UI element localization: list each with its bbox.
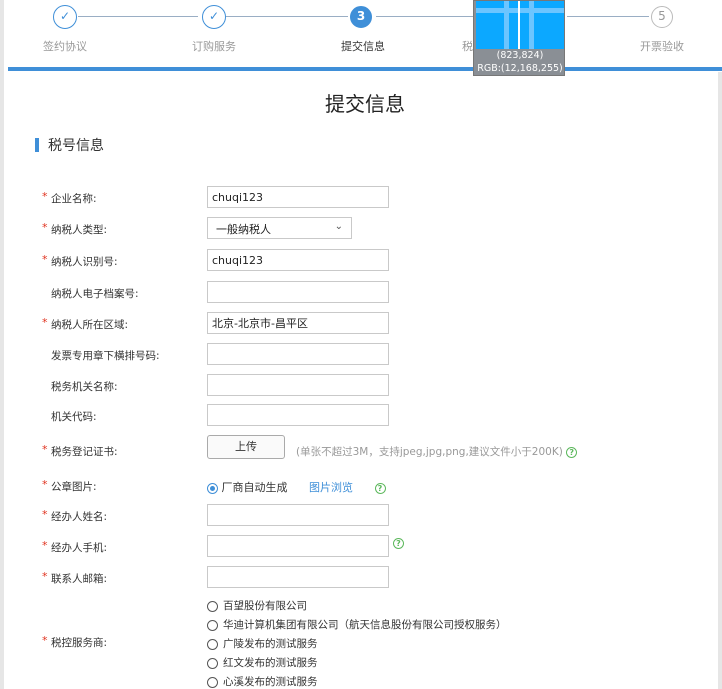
field-label: 经办人姓名: (51, 511, 108, 523)
upload-button[interactable]: 上传 (207, 435, 285, 459)
check-icon: ✓ (202, 5, 226, 29)
select-value: 一般纳税人 (216, 223, 271, 236)
e-archive-input[interactable] (207, 281, 389, 303)
picker-swatch (476, 1, 564, 49)
step-number: 3 (350, 6, 372, 28)
field-label: 纳税人所在区域: (51, 319, 129, 331)
help-icon[interactable]: ? (566, 446, 578, 458)
check-icon: ✓ (53, 5, 77, 29)
provider-radio-list: 百望股份有限公司 华迪计算机集团有限公司（航天信息股份有限公司授权服务） 广陵发… (207, 598, 507, 689)
provider-option[interactable]: 华迪计算机集团有限公司（航天信息股份有限公司授权服务） (207, 617, 507, 636)
field-label: 税务登记证书: (51, 446, 118, 458)
section-title: 税号信息 (48, 138, 104, 154)
stepper-connector (78, 16, 198, 17)
row-authority-code: 机关代码: (4, 404, 722, 428)
step-label: 订购服务 (192, 40, 236, 53)
provider-option[interactable]: 心溪发布的测试服务 (207, 674, 507, 689)
field-label: 机关代码: (51, 411, 97, 423)
radio-button[interactable] (207, 619, 218, 631)
stepper-connector (567, 16, 649, 17)
field-label: 纳税人类型: (51, 224, 108, 236)
section-marker (35, 138, 39, 152)
agent-phone-input[interactable] (207, 535, 389, 557)
required-asterisk: * (42, 316, 48, 329)
stepper-connector (226, 16, 348, 17)
page-frame: ✓ 签约协议 ✓ 订购服务 3 提交信息 税 5 开票验收 (823,824) … (0, 0, 722, 689)
required-asterisk: * (42, 443, 48, 456)
field-label: 纳税人识别号: (51, 256, 118, 268)
contact-email-input[interactable] (207, 566, 389, 588)
step-label: 提交信息 (341, 40, 385, 53)
row-agent-name: * 经办人姓名: (4, 504, 722, 528)
field-label: 纳税人电子档案号: (51, 288, 139, 300)
radio-button[interactable] (207, 638, 218, 650)
agent-name-input[interactable] (207, 504, 389, 526)
auto-generate-radio[interactable] (207, 482, 218, 494)
upload-hint: (单张不超过3M，支持jpeg,jpg,png,建议文件小于200K) ? (296, 444, 578, 459)
picker-coords: (823,824) (496, 50, 544, 61)
help-icon[interactable]: ? (374, 482, 386, 494)
provider-option[interactable]: 红文发布的测试服务 (207, 655, 507, 674)
chevron-down-icon: ⌄ (334, 221, 343, 232)
required-asterisk: * (42, 634, 48, 647)
row-seal-image: * 公章图片: 厂商自动生成 图片浏览 ? (4, 474, 722, 498)
field-label: 发票专用章下横排号码: (51, 350, 160, 362)
required-asterisk: * (42, 508, 48, 521)
required-asterisk: * (42, 190, 48, 203)
row-tax-authority: 税务机关名称: (4, 374, 722, 398)
tax-authority-input[interactable] (207, 374, 389, 396)
step-label: 开票验收 (640, 40, 684, 53)
step-number: 5 (651, 6, 673, 28)
step-label: 签约协议 (43, 40, 87, 53)
required-asterisk: * (42, 539, 48, 552)
provider-option[interactable]: 百望股份有限公司 (207, 598, 507, 617)
region-input[interactable] (207, 312, 389, 334)
row-e-archive: 纳税人电子档案号: (4, 281, 722, 305)
taxpayer-id-input[interactable] (207, 249, 389, 271)
required-asterisk: * (42, 478, 48, 491)
row-region: * 纳税人所在区域: (4, 312, 722, 336)
invoice-seal-input[interactable] (207, 343, 389, 365)
stepper-underline (8, 67, 722, 71)
company-name-input[interactable] (207, 186, 389, 208)
radio-button[interactable] (207, 676, 218, 688)
row-contact-email: * 联系人邮箱: (4, 566, 722, 590)
row-invoice-seal: 发票专用章下横排号码: (4, 343, 722, 367)
stepper-connector (376, 16, 476, 17)
page-title: 提交信息 (325, 92, 405, 116)
field-label: 税务机关名称: (51, 381, 118, 393)
field-label: 经办人手机: (51, 542, 108, 554)
field-label: 税控服务商: (51, 637, 108, 649)
row-company-name: * 企业名称: (4, 186, 722, 210)
picker-rgb: RGB:(12,168,255) (477, 63, 563, 74)
required-asterisk: * (42, 253, 48, 266)
help-icon[interactable]: ? (393, 538, 404, 549)
row-taxpayer-type: * 纳税人类型: 一般纳税人 ⌄ (4, 217, 722, 241)
authority-code-input[interactable] (207, 404, 389, 426)
taxpayer-type-select[interactable]: 一般纳税人 ⌄ (207, 217, 352, 239)
radio-button[interactable] (207, 657, 218, 669)
row-agent-phone: * 经办人手机: ? (4, 535, 722, 559)
field-label: 企业名称: (51, 193, 97, 205)
browse-image-link[interactable]: 图片浏览 (309, 481, 353, 494)
progress-stepper: ✓ 签约协议 ✓ 订购服务 3 提交信息 税 5 开票验收 (4, 0, 722, 72)
row-taxpayer-id: * 纳税人识别号: (4, 249, 722, 273)
radio-button[interactable] (207, 600, 218, 612)
radio-label: 厂商自动生成 (221, 481, 288, 494)
seal-image-options: 厂商自动生成 图片浏览 ? (207, 479, 386, 495)
required-asterisk: * (42, 570, 48, 583)
field-label: 公章图片: (51, 481, 97, 493)
field-label: 联系人邮箱: (51, 573, 108, 585)
color-picker-loupe: (823,824) RGB:(12,168,255) (473, 0, 565, 76)
row-tax-certificate: * 税务登记证书: 上传 (单张不超过3M，支持jpeg,jpg,png,建议文… (4, 435, 722, 463)
required-asterisk: * (42, 221, 48, 234)
provider-option[interactable]: 广陵发布的测试服务 (207, 636, 507, 655)
